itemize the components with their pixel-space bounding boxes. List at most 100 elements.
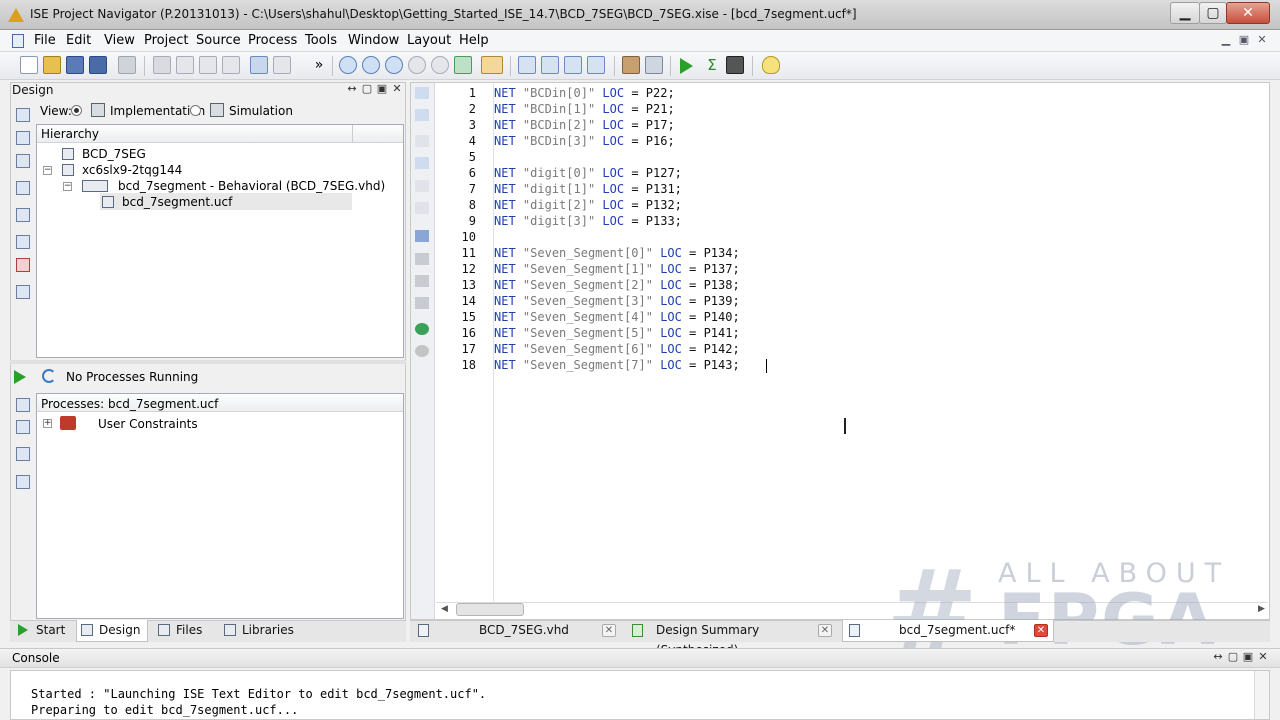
wrench-icon[interactable] (622, 56, 640, 74)
process-layout-icon[interactable] (16, 475, 30, 489)
tab-bcd-7segment-ucf[interactable]: bcd_7segment.ucf* ✕ (842, 620, 1054, 642)
code-line[interactable]: NET "Seven_Segment[0]" LOC = P134; (494, 246, 740, 260)
add-copy-source-icon[interactable] (16, 131, 30, 145)
code-line[interactable]: NET "digit[3]" LOC = P133; (494, 214, 682, 228)
process-properties-icon[interactable] (16, 447, 30, 461)
comment-icon[interactable] (415, 135, 429, 147)
undo-icon[interactable] (250, 56, 268, 74)
refresh-icon[interactable] (454, 56, 472, 74)
delete-icon[interactable] (222, 56, 240, 74)
panel-restore-icon[interactable]: ▣ (376, 83, 388, 95)
scroll-left-icon[interactable]: ◀ (441, 604, 448, 614)
process-collapse-icon[interactable] (16, 420, 30, 434)
tab-start[interactable]: Start (14, 620, 72, 642)
simulation-label[interactable]: Simulation (229, 104, 293, 118)
add-source-icon[interactable] (16, 108, 30, 122)
mdi-close-icon[interactable]: ✕ (1254, 34, 1270, 48)
copy-icon[interactable] (176, 56, 194, 74)
close-window-button[interactable]: ✕ (1226, 2, 1270, 24)
indent-icon[interactable] (415, 87, 429, 99)
format-icon[interactable] (415, 180, 429, 192)
cascade-icon[interactable] (518, 56, 536, 74)
tab-design[interactable]: Design (76, 620, 148, 642)
zoom-in-icon[interactable] (339, 56, 357, 74)
chip-icon[interactable] (16, 235, 30, 249)
code-line[interactable]: NET "Seven_Segment[1]" LOC = P137; (494, 262, 740, 276)
help-icon[interactable] (645, 56, 663, 74)
expand-icon[interactable]: + (43, 419, 52, 428)
zoom-full-icon[interactable] (385, 56, 403, 74)
panel-restore-icon[interactable]: ▣ (1242, 651, 1254, 663)
scrollbar-thumb[interactable] (456, 603, 524, 616)
run-icon[interactable] (680, 58, 693, 74)
menu-view[interactable]: View (104, 33, 135, 48)
code-line[interactable]: NET "Seven_Segment[6]" LOC = P142; (494, 342, 740, 356)
close-tab-icon[interactable]: ✕ (602, 624, 616, 637)
menu-project[interactable]: Project (144, 33, 188, 48)
panel-layout-icon[interactable] (16, 285, 30, 299)
code-line[interactable]: NET "digit[1]" LOC = P131; (494, 182, 682, 196)
panel-float-icon[interactable]: ↔ (346, 83, 358, 95)
menu-edit[interactable]: Edit (66, 33, 91, 48)
print-icon[interactable] (118, 56, 136, 74)
collapse-icon[interactable]: − (43, 166, 52, 175)
lightbulb-icon[interactable] (762, 56, 780, 74)
next-bookmark-icon[interactable] (415, 253, 429, 265)
simulation-radio[interactable] (190, 105, 201, 116)
process-user-constraints[interactable]: User Constraints (98, 417, 198, 431)
code-line[interactable]: NET "Seven_Segment[3]" LOC = P139; (494, 294, 740, 308)
close-tab-icon[interactable]: ✕ (818, 624, 832, 637)
save-icon[interactable] (66, 56, 84, 74)
panel-close-icon[interactable]: ✕ (391, 83, 403, 95)
column-divider[interactable] (352, 125, 353, 143)
document-menu-icon[interactable] (12, 34, 24, 48)
menu-tools[interactable]: Tools (305, 33, 337, 48)
save-all-icon[interactable] (89, 56, 107, 74)
zoom-fit-icon[interactable] (408, 56, 426, 74)
code-line[interactable]: NET "BCDin[1]" LOC = P21; (494, 102, 675, 116)
tree-item-project[interactable]: BCD_7SEG (82, 147, 146, 161)
tab-files[interactable]: Files (154, 620, 212, 642)
menu-file[interactable]: File (34, 33, 56, 48)
code-line[interactable]: NET "BCDin[2]" LOC = P17; (494, 118, 675, 132)
menu-process[interactable]: Process (248, 33, 297, 48)
cut-icon[interactable] (153, 56, 171, 74)
code-line[interactable]: NET "Seven_Segment[2]" LOC = P138; (494, 278, 740, 292)
mdi-restore-icon[interactable]: ▣ (1236, 34, 1252, 48)
scroll-right-icon[interactable]: ▶ (1258, 604, 1265, 614)
panel-minimize-icon[interactable]: ▢ (361, 83, 373, 95)
menu-layout[interactable]: Layout (407, 33, 451, 48)
code-line[interactable]: NET "Seven_Segment[4]" LOC = P140; (494, 310, 740, 324)
tree-item-ucf[interactable]: bcd_7segment.ucf (122, 195, 232, 209)
tab-libraries[interactable]: Libraries (220, 620, 296, 642)
panel-float-icon[interactable]: ↔ (1212, 651, 1224, 663)
redo-icon[interactable] (273, 56, 291, 74)
menu-window[interactable]: Window (348, 33, 399, 48)
tree-item-device[interactable]: xc6slx9-2tqg144 (82, 163, 182, 177)
tab-design-summary[interactable]: Design Summary (Synthesized) ✕ (626, 620, 838, 657)
menu-source[interactable]: Source (196, 33, 241, 48)
clear-bookmarks-icon[interactable] (415, 297, 429, 309)
source-properties-icon[interactable] (16, 208, 30, 222)
uncomment-icon[interactable] (415, 157, 429, 169)
panel-minimize-icon[interactable]: ▢ (1227, 651, 1239, 663)
bookmark-icon[interactable] (415, 230, 429, 242)
sum-icon[interactable]: Σ (703, 56, 721, 74)
new-source-icon[interactable] (16, 154, 30, 168)
zoom-out-icon[interactable] (362, 56, 380, 74)
maximize-button[interactable]: ▢ (1199, 2, 1227, 24)
new-file-icon[interactable] (20, 56, 38, 74)
mdi-minimize-icon[interactable]: ▁ (1218, 34, 1234, 48)
check-syntax-icon[interactable] (16, 258, 30, 272)
go-forward-icon[interactable] (415, 345, 429, 357)
prev-bookmark-icon[interactable] (415, 275, 429, 287)
close-tab-icon[interactable]: ✕ (1034, 624, 1048, 637)
toolbar-overflow-icon[interactable]: » (310, 56, 328, 74)
collapse-icon[interactable]: − (63, 182, 72, 191)
process-expand-icon[interactable] (16, 398, 30, 412)
code-line[interactable]: NET "BCDin[0]" LOC = P22; (494, 86, 675, 100)
console-scrollbar[interactable] (1254, 671, 1269, 719)
zoom-region-icon[interactable] (431, 56, 449, 74)
tile-vertical-icon[interactable] (564, 56, 582, 74)
code-line[interactable]: NET "Seven_Segment[5]" LOC = P141; (494, 326, 740, 340)
